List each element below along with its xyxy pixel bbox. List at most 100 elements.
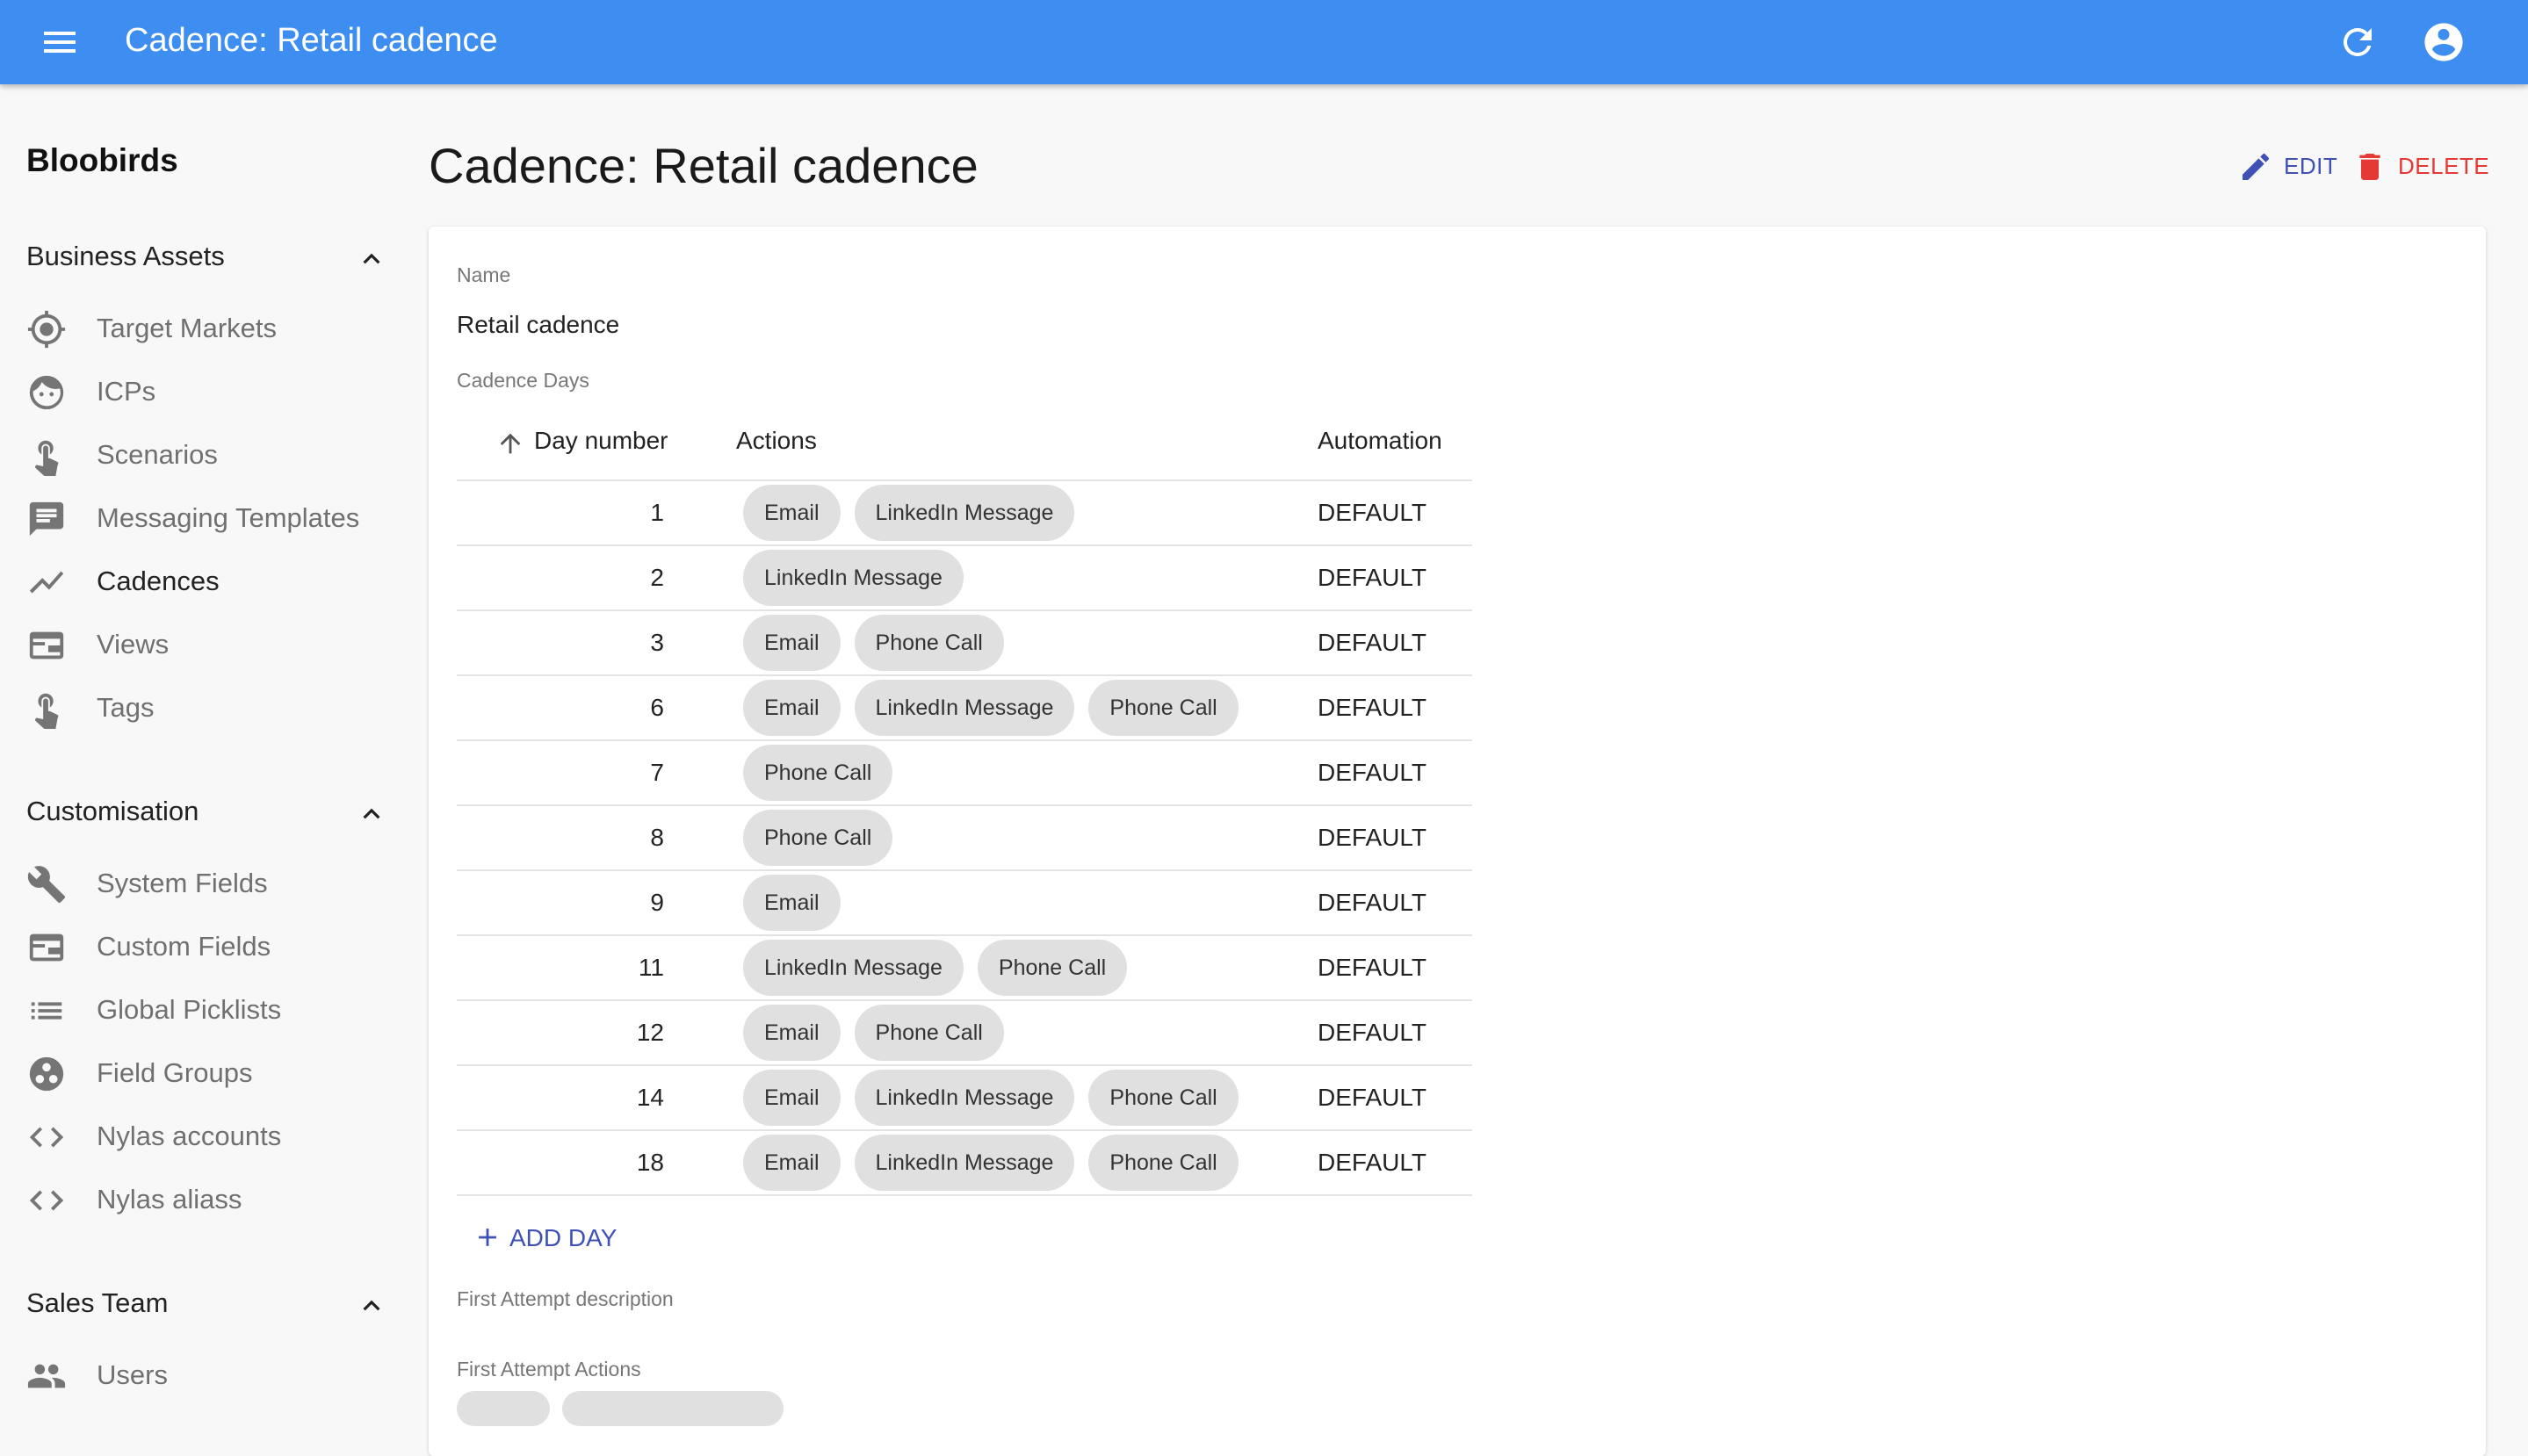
app-bar-title: Cadence: Retail cadence (125, 22, 498, 59)
action-chip[interactable]: Phone Call (854, 1005, 1004, 1061)
sidebar-item-field-groups[interactable]: Field Groups (26, 1047, 395, 1099)
automation-cell: DEFAULT (1318, 954, 1427, 981)
action-chip[interactable]: Phone Call (1088, 1070, 1239, 1126)
sidebar-item-system-fields[interactable]: System Fields (26, 857, 395, 910)
section-label: Sales Team (26, 1287, 169, 1318)
column-actions: Actions (736, 427, 817, 454)
action-chip[interactable]: Email (743, 1135, 841, 1191)
action-chip[interactable]: Email (743, 1070, 841, 1126)
table-row: 6 Email LinkedIn Message Phone Call DEFAULT (457, 676, 1472, 741)
day-number-cell: 18 (636, 1149, 664, 1176)
section-sales-team[interactable]: Sales Team (26, 1282, 395, 1326)
cadence-days-label: Cadence Days (457, 369, 589, 392)
sidebar-item-users[interactable]: Users (26, 1349, 395, 1402)
actions-cell: Email LinkedIn Message Phone Call (743, 680, 1239, 736)
actions-cell: Email LinkedIn Message Phone Call (743, 1135, 1239, 1191)
sidebar-item-label: Tags (97, 692, 155, 723)
target-icon (27, 310, 66, 349)
trending-line-icon (29, 571, 64, 594)
action-chip[interactable]: Email (743, 485, 841, 541)
action-chip[interactable] (562, 1391, 784, 1426)
automation-cell: DEFAULT (1318, 694, 1427, 721)
sidebar-item-cadences[interactable]: Cadences (26, 555, 395, 608)
automation-cell: DEFAULT (1318, 824, 1427, 851)
sidebar-item-label: Users (97, 1359, 168, 1390)
sidebar-item-label: Global Picklists (97, 994, 282, 1025)
first-attempt-description-label: First Attempt description (457, 1287, 674, 1310)
day-number-cell: 7 (650, 759, 664, 786)
actions-cell: Email (743, 875, 841, 931)
table-row: 8 Phone Call DEFAULT (457, 806, 1472, 871)
action-chip[interactable]: Phone Call (1088, 1135, 1239, 1191)
account-circle-icon[interactable] (2421, 19, 2467, 65)
sidebar-item-label: ICPs (97, 376, 156, 407)
action-chip[interactable]: LinkedIn Message (743, 550, 964, 606)
day-number-cell: 14 (636, 1084, 664, 1111)
column-label: Day number (534, 427, 668, 454)
table-row: 9 Email DEFAULT (457, 871, 1472, 936)
sidebar-item-custom-fields[interactable]: Custom Fields (26, 920, 395, 973)
wrench-icon (27, 866, 66, 904)
day-number-cell: 8 (650, 824, 664, 851)
sidebar-item-tags[interactable]: Tags (26, 681, 395, 734)
sidebar-item-scenarios[interactable]: Scenarios (26, 429, 395, 481)
cadence-detail-card: Name Retail cadence Cadence Days Day num… (429, 227, 2486, 1456)
section-business-assets[interactable]: Business Assets (26, 235, 395, 279)
table-row: 14 Email LinkedIn Message Phone Call DEFAULT (457, 1066, 1472, 1131)
section-customisation[interactable]: Customisation (26, 790, 395, 834)
sidebar-item-messaging-templates[interactable]: Messaging Templates (26, 492, 395, 544)
people-icon (27, 1364, 66, 1388)
action-chip[interactable]: Email (743, 615, 841, 671)
action-chip[interactable]: Phone Call (743, 745, 893, 801)
sidebar-item-nylas-accounts[interactable]: Nylas accounts (26, 1110, 395, 1163)
action-chip[interactable]: LinkedIn Message (854, 680, 1075, 736)
first-attempt-actions-label: First Attempt Actions (457, 1358, 641, 1380)
sidebar-item-label: Target Markets (97, 313, 278, 343)
sidebar-item-label: Messaging Templates (97, 502, 360, 533)
app-bar: Cadence: Retail cadence (0, 0, 2528, 84)
actions-cell: Phone Call (743, 745, 893, 801)
action-chip[interactable]: LinkedIn Message (743, 940, 964, 996)
view-window-icon (29, 933, 64, 962)
name-label: Name (457, 263, 511, 286)
action-chip[interactable]: Email (743, 680, 841, 736)
brand-title: Bloobirds (26, 142, 178, 178)
actions-cell: Email LinkedIn Message (743, 485, 1075, 541)
action-chip[interactable]: Email (743, 875, 841, 931)
action-chip[interactable]: LinkedIn Message (854, 1070, 1075, 1126)
day-number-cell: 12 (636, 1019, 664, 1046)
action-chip[interactable] (457, 1391, 550, 1426)
actions-cell: Phone Call (743, 810, 893, 866)
sidebar-item-icps[interactable]: ICPs (26, 365, 395, 418)
automation-cell: DEFAULT (1318, 759, 1427, 786)
action-chip[interactable]: LinkedIn Message (854, 1135, 1075, 1191)
action-chip[interactable]: Phone Call (1088, 680, 1239, 736)
automation-cell: DEFAULT (1318, 564, 1427, 591)
actions-cell: Email Phone Call (743, 1005, 1004, 1061)
sidebar-item-views[interactable]: Views (26, 618, 395, 671)
action-chip[interactable]: Email (743, 1005, 841, 1061)
sidebar-item-global-picklists[interactable]: Global Picklists (26, 984, 395, 1036)
code-icon (29, 1127, 64, 1148)
action-chip[interactable]: Phone Call (854, 615, 1004, 671)
day-number-cell: 1 (650, 499, 664, 526)
sidebar-item-label: Nylas accounts (97, 1121, 282, 1151)
sidebar-item-nylas-aliass[interactable]: Nylas aliass (26, 1173, 395, 1226)
day-number-cell: 9 (650, 889, 664, 916)
action-chip[interactable]: Phone Call (743, 810, 893, 866)
column-automation: Automation (1318, 427, 1442, 454)
menu-icon[interactable] (39, 26, 84, 58)
sidebar-item-label: Scenarios (97, 439, 218, 470)
section-label: Customisation (26, 796, 199, 826)
automation-cell: DEFAULT (1318, 1084, 1427, 1111)
day-number-cell: 2 (650, 564, 664, 591)
section-label: Business Assets (26, 241, 225, 271)
action-chip[interactable]: LinkedIn Message (854, 485, 1075, 541)
sidebar-item-target-markets[interactable]: Target Markets (26, 302, 395, 355)
action-chip[interactable]: Phone Call (977, 940, 1128, 996)
chevron-up-icon (363, 808, 380, 819)
automation-cell: DEFAULT (1318, 889, 1427, 916)
refresh-icon[interactable] (2337, 21, 2379, 63)
day-number-cell: 3 (650, 629, 664, 656)
edit-label: EDIT (2284, 153, 2338, 179)
